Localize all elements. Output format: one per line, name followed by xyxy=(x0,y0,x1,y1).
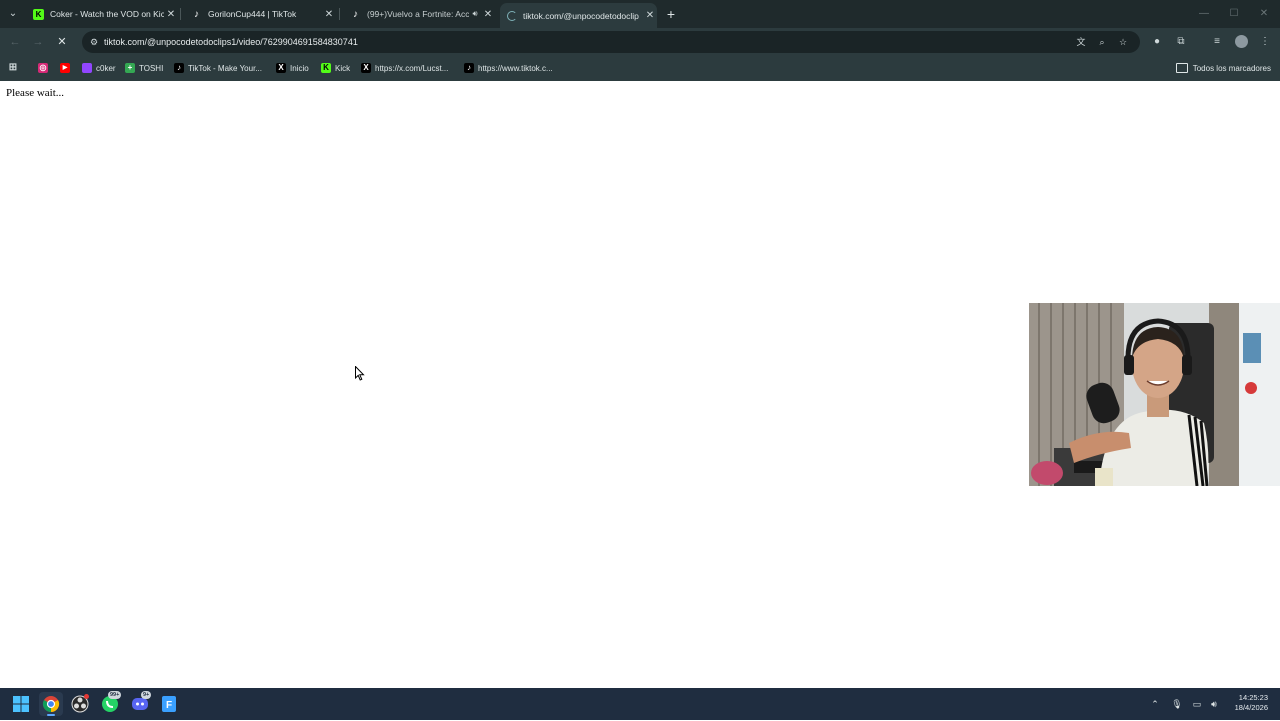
close-tab-icon[interactable]: ✕ xyxy=(643,10,657,21)
tab-fortnite-video[interactable]: ♪ (99+)Vuelvo a Fortnite: Acc 🔊︎ ✕ xyxy=(343,3,495,25)
stop-loading-icon[interactable]: ✕ xyxy=(53,33,71,51)
bookmark-label: c0ker xyxy=(96,63,116,73)
toolbar: ← → ✕ ⚙ tiktok.com/@unpocodetodoclips1/v… xyxy=(0,28,1280,56)
bookmark-youtube[interactable]: ▶ xyxy=(60,61,74,75)
volume-icon[interactable]: 🔊︎ xyxy=(1207,696,1221,712)
translate-icon[interactable]: 文 xyxy=(1074,35,1088,49)
notification-badge: 9+ xyxy=(141,691,152,699)
address-bar[interactable]: ⚙ tiktok.com/@unpocodetodoclips1/video/7… xyxy=(82,31,1140,53)
network-icon[interactable]: ▭ xyxy=(1190,696,1204,712)
tab-search-button[interactable]: ⌄ xyxy=(4,5,22,23)
minimize-icon[interactable]: — xyxy=(1194,4,1214,24)
tiktok-icon: ♪ xyxy=(174,63,184,73)
windows-logo-icon xyxy=(13,696,29,712)
bookmark-label: TikTok - Make Your... xyxy=(188,63,262,73)
folder-icon xyxy=(1175,63,1188,73)
loading-message: Please wait... xyxy=(6,87,65,99)
new-tab-button[interactable]: + xyxy=(663,5,679,23)
speaker-icon[interactable]: 🔊︎ xyxy=(469,9,481,19)
start-button[interactable] xyxy=(9,692,33,716)
forward-arrow-icon[interactable]: → xyxy=(29,33,47,51)
chrome-app[interactable] xyxy=(39,692,63,716)
instagram-icon: ◎ xyxy=(38,63,48,73)
close-window-icon[interactable]: ✕ xyxy=(1254,4,1274,24)
recording-dot xyxy=(84,694,89,699)
youtube-icon: ▶ xyxy=(60,63,70,73)
whatsapp-app[interactable]: 99+ xyxy=(98,691,122,716)
all-bookmarks-label: Todos los marcadores xyxy=(1192,63,1271,73)
profile-avatar-icon[interactable] xyxy=(1232,33,1250,51)
plus-icon: + xyxy=(125,63,135,73)
chrome-icon xyxy=(42,696,60,713)
bookmark-tiktok-url[interactable]: ♪ https://www.tiktok.c... xyxy=(464,61,553,75)
tiktok-icon: ♪ xyxy=(464,63,474,73)
close-tab-icon[interactable]: ✕ xyxy=(481,9,495,20)
webcam-overlay xyxy=(1029,303,1280,486)
browser-window-chrome: ⌄ K Coker - Watch the VOD on Kick ✕ ♪ Go… xyxy=(0,0,1280,81)
bookmark-tiktok-make[interactable]: ♪ TikTok - Make Your... xyxy=(174,61,262,75)
url-text[interactable]: tiktok.com/@unpocodetodoclips1/video/762… xyxy=(104,35,358,49)
maximize-icon[interactable]: ☐ xyxy=(1224,4,1244,24)
tab-separator xyxy=(180,8,181,20)
tab-tiktok-active[interactable]: tiktok.com/@unpocodetodoclip ✕ xyxy=(500,3,657,28)
close-tab-icon[interactable]: ✕ xyxy=(164,9,178,20)
kick-icon: K xyxy=(33,8,44,20)
extensions-puzzle-icon[interactable]: ⧉ xyxy=(1172,33,1190,51)
bookmark-label: https://www.tiktok.c... xyxy=(478,63,553,73)
loading-icon xyxy=(507,10,517,21)
page-content: Please wait... xyxy=(0,81,1280,688)
kick-icon: K xyxy=(321,63,331,73)
bookmark-c0ker[interactable]: c0ker xyxy=(82,61,116,75)
tab-kick[interactable]: K Coker - Watch the VOD on Kick ✕ xyxy=(26,3,178,25)
clock-date: 18/4/2026 xyxy=(1234,703,1268,712)
tab-title: tiktok.com/@unpocodetodoclip xyxy=(523,10,639,21)
windows-taskbar: 99+ 9+ F ⌃ 🎙︎ ▭ 🔊︎ 14:25:23 18/4/2026 xyxy=(0,688,1280,720)
bookmark-x-lucst[interactable]: X https://x.com/Lucst... xyxy=(361,61,448,75)
tab-separator xyxy=(339,8,340,20)
extension-icon[interactable]: ● xyxy=(1148,33,1166,51)
microphone-icon[interactable]: 🎙︎ xyxy=(1170,696,1184,712)
close-tab-icon[interactable]: ✕ xyxy=(322,9,336,20)
twitch-icon xyxy=(82,63,92,73)
svg-text:F: F xyxy=(166,700,172,711)
tab-title: GorilonCup444 | TikTok xyxy=(208,9,297,19)
app-f-icon: F xyxy=(162,696,176,712)
back-arrow-icon[interactable]: ← xyxy=(6,33,24,51)
tab-title: (99+)Vuelvo a Fortnite: Acc xyxy=(367,9,469,19)
reading-list-icon[interactable]: ≡ xyxy=(1208,33,1226,51)
obs-app[interactable] xyxy=(68,692,92,716)
discord-app[interactable]: 9+ xyxy=(128,691,152,716)
bookmark-label: Inicio xyxy=(290,63,309,73)
bookmark-star-icon[interactable]: ☆ xyxy=(1116,35,1130,49)
clock-time: 14:25:23 xyxy=(1238,693,1268,702)
tiktok-icon: ♪ xyxy=(353,8,358,20)
bookmark-inicio[interactable]: X Inicio xyxy=(276,61,309,75)
tab-title: Coker - Watch the VOD on Kick xyxy=(50,9,164,19)
system-clock[interactable]: 14:25:23 18/4/2026 xyxy=(1235,693,1268,713)
bookmark-label: https://x.com/Lucst... xyxy=(375,63,449,73)
bookmark-kick[interactable]: K Kick xyxy=(321,61,350,75)
tiktok-icon: ♪ xyxy=(194,8,199,20)
apps-grid-icon[interactable]: ⊞ xyxy=(8,61,22,75)
menu-kebab-icon[interactable]: ⋮ xyxy=(1256,33,1274,51)
tab-tiktok-gorilon[interactable]: ♪ GorilonCup444 | TikTok ✕ xyxy=(184,3,336,25)
zoom-icon[interactable]: ⌕ xyxy=(1095,35,1109,49)
all-bookmarks-button[interactable]: Todos los marcadores xyxy=(1175,61,1271,75)
tab-strip: ⌄ K Coker - Watch the VOD on Kick ✕ ♪ Go… xyxy=(0,0,1280,28)
bookmark-label: TOSHI xyxy=(139,63,164,73)
bookmarks-bar: ⊞ ◎ ▶ c0ker + TOSHI ♪ TikTok - Make Your… xyxy=(0,56,1280,81)
x-icon: X xyxy=(361,63,371,73)
mouse-cursor-icon xyxy=(355,366,365,381)
bookmark-label: Kick xyxy=(335,63,351,73)
bookmark-instagram[interactable]: ◎ xyxy=(38,61,52,75)
notification-badge: 99+ xyxy=(108,691,122,699)
show-hidden-icons-icon[interactable]: ⌃ xyxy=(1148,696,1162,712)
bookmark-toshi[interactable]: + TOSHI xyxy=(125,61,163,75)
x-icon: X xyxy=(276,63,286,73)
site-info-icon[interactable]: ⚙ xyxy=(88,36,100,48)
file-app[interactable]: F xyxy=(157,692,181,716)
